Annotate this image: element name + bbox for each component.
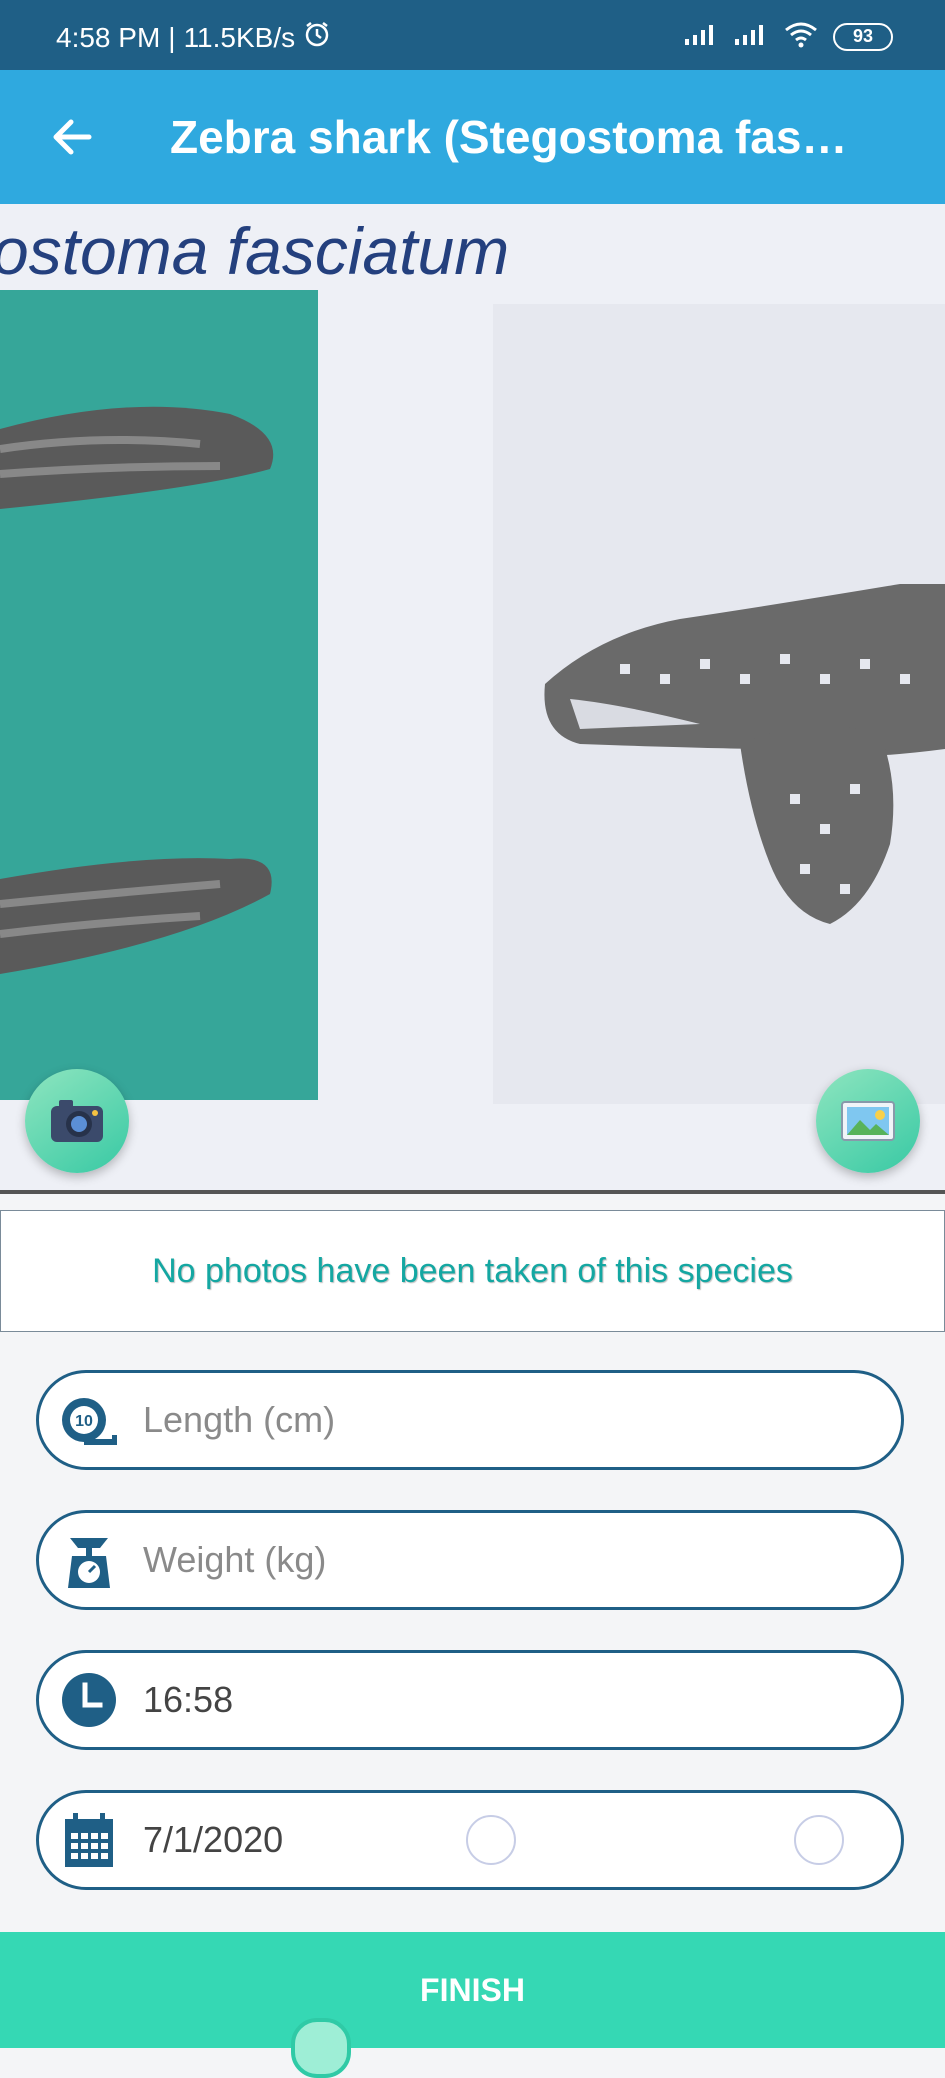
status-separator: | [168, 21, 176, 53]
calendar-icon [59, 1810, 119, 1870]
length-icon-text: 10 [75, 1413, 93, 1430]
gallery-button[interactable] [816, 1069, 920, 1173]
date-value[interactable]: 7/1/2020 [143, 1819, 283, 1861]
scale-icon [59, 1530, 119, 1590]
radio-option-2[interactable] [794, 1815, 844, 1865]
species-photo: ostoma fasciatum [0, 204, 945, 1194]
photo-caption: ostoma fasciatum [0, 214, 509, 288]
take-photo-button[interactable] [25, 1069, 129, 1173]
clock-icon [59, 1670, 119, 1730]
status-bar: 4:58 PM | 11.5KB/s 93 [0, 0, 945, 70]
length-input[interactable]: Length (cm) [143, 1399, 335, 1441]
alarm-icon [303, 20, 331, 55]
battery-indicator: 93 [833, 22, 893, 51]
signal-icon [733, 23, 769, 50]
signal-icon [683, 23, 719, 50]
finish-button[interactable]: FINISH [0, 1932, 945, 2048]
species-illustration: ostoma fasciatum [0, 204, 945, 1194]
camera-icon [51, 1100, 103, 1142]
time-value[interactable]: 16:58 [143, 1679, 233, 1721]
back-arrow-icon [53, 119, 92, 155]
tape-measure-icon: 10 [59, 1390, 119, 1450]
no-photos-message: No photos have been taken of this specie… [0, 1210, 945, 1332]
scroll-indicator [291, 2018, 351, 2078]
app-bar: Zebra shark (Stegostoma fasci... [0, 70, 945, 204]
weight-input[interactable]: Weight (kg) [143, 1539, 326, 1581]
back-button[interactable] [36, 102, 106, 172]
radio-option-1[interactable] [466, 1815, 516, 1865]
gallery-icon [841, 1101, 895, 1141]
date-field[interactable]: 7/1/2020 [36, 1790, 904, 1890]
weight-field[interactable]: Weight (kg) [36, 1510, 904, 1610]
length-field[interactable]: 10 Length (cm) [36, 1370, 904, 1470]
status-net-speed: 11.5KB/s [183, 21, 296, 53]
wifi-icon [783, 20, 819, 53]
time-field[interactable]: 16:58 [36, 1650, 904, 1750]
page-title: Zebra shark (Stegostoma fasci... [170, 111, 870, 163]
status-time: 4:58 PM [56, 21, 161, 53]
